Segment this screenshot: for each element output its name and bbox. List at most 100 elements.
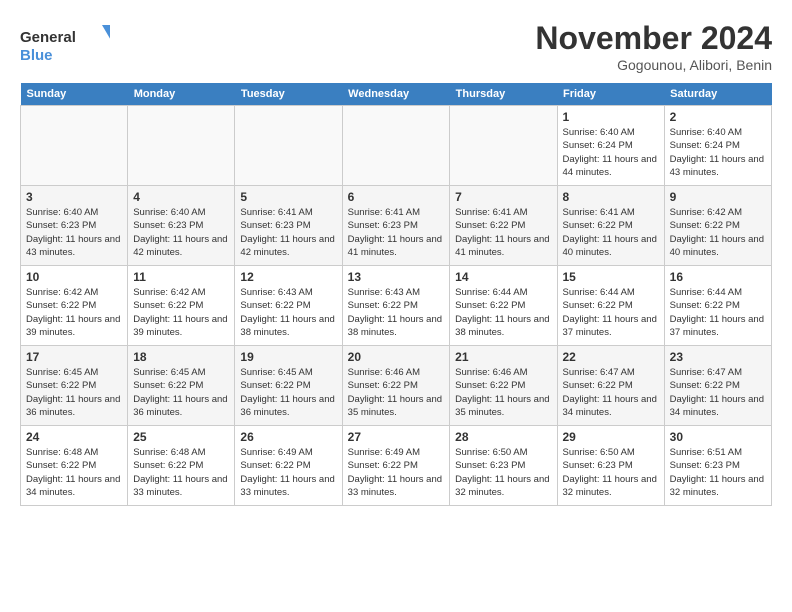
day-info: Sunrise: 6:43 AM Sunset: 6:22 PM Dayligh… [240, 286, 336, 339]
calendar-day: 16 Sunrise: 6:44 AM Sunset: 6:22 PM Dayli… [664, 266, 771, 346]
calendar-day: 27 Sunrise: 6:49 AM Sunset: 6:22 PM Dayli… [342, 426, 450, 506]
calendar-day: 15 Sunrise: 6:44 AM Sunset: 6:22 PM Dayli… [557, 266, 664, 346]
day-info: Sunrise: 6:42 AM Sunset: 6:22 PM Dayligh… [670, 206, 766, 259]
day-number: 26 [240, 430, 336, 444]
day-number: 28 [455, 430, 551, 444]
svg-text:Blue: Blue [20, 47, 53, 64]
calendar-day [21, 106, 128, 186]
calendar-day: 23Sunrise: 6:47 AM Sunset: 6:22 PM Dayli… [664, 346, 771, 426]
calendar-day: 29 Sunrise: 6:50 AM Sunset: 6:23 PM Dayli… [557, 426, 664, 506]
day-number: 17 [26, 350, 122, 364]
day-number: 15 [563, 270, 659, 284]
page-header: General Blue November 2024 Gogounou, Ali… [20, 20, 772, 73]
day-info: Sunrise: 6:45 AM Sunset: 6:22 PM Dayligh… [240, 366, 336, 419]
day-info: Sunrise: 6:40 AM Sunset: 6:24 PM Dayligh… [670, 126, 766, 179]
day-info: Sunrise: 6:49 AM Sunset: 6:22 PM Dayligh… [348, 446, 445, 499]
day-info: Sunrise: 6:44 AM Sunset: 6:22 PM Dayligh… [670, 286, 766, 339]
day-info: Sunrise: 6:49 AM Sunset: 6:22 PM Dayligh… [240, 446, 336, 499]
day-number: 27 [348, 430, 445, 444]
day-info: Sunrise: 6:40 AM Sunset: 6:23 PM Dayligh… [26, 206, 122, 259]
day-number: 11 [133, 270, 229, 284]
day-number: 29 [563, 430, 659, 444]
calendar-day: 20 Sunrise: 6:46 AM Sunset: 6:22 PM Dayli… [342, 346, 450, 426]
day-number: 16 [670, 270, 766, 284]
calendar-week-2: 10 Sunrise: 6:42 AM Sunset: 6:22 PM Dayli… [21, 266, 772, 346]
day-info: Sunrise: 6:45 AM Sunset: 6:22 PM Dayligh… [133, 366, 229, 419]
day-info: Sunrise: 6:40 AM Sunset: 6:24 PM Dayligh… [563, 126, 659, 179]
day-info: Sunrise: 6:50 AM Sunset: 6:23 PM Dayligh… [455, 446, 551, 499]
day-number: 14 [455, 270, 551, 284]
day-number: 9 [670, 190, 766, 204]
day-info: Sunrise: 6:51 AM Sunset: 6:23 PM Dayligh… [670, 446, 766, 499]
day-info: Sunrise: 6:50 AM Sunset: 6:23 PM Dayligh… [563, 446, 659, 499]
logo: General Blue [20, 20, 110, 70]
day-info: Sunrise: 6:46 AM Sunset: 6:22 PM Dayligh… [455, 366, 551, 419]
day-info: Sunrise: 6:46 AM Sunset: 6:22 PM Dayligh… [348, 366, 445, 419]
calendar-week-3: 17 Sunrise: 6:45 AM Sunset: 6:22 PM Dayli… [21, 346, 772, 426]
day-info: Sunrise: 6:45 AM Sunset: 6:22 PM Dayligh… [26, 366, 122, 419]
day-number: 20 [348, 350, 445, 364]
day-info: Sunrise: 6:48 AM Sunset: 6:22 PM Dayligh… [133, 446, 229, 499]
calendar-week-0: 1 Sunrise: 6:40 AM Sunset: 6:24 PM Daylig… [21, 106, 772, 186]
weekday-header-thursday: Thursday [450, 83, 557, 106]
calendar-day: 14 Sunrise: 6:44 AM Sunset: 6:22 PM Dayli… [450, 266, 557, 346]
day-info: Sunrise: 6:41 AM Sunset: 6:22 PM Dayligh… [563, 206, 659, 259]
calendar-day [235, 106, 342, 186]
calendar-day: 11 Sunrise: 6:42 AM Sunset: 6:22 PM Dayli… [128, 266, 235, 346]
calendar-day: 1 Sunrise: 6:40 AM Sunset: 6:24 PM Daylig… [557, 106, 664, 186]
day-info: Sunrise: 6:47 AM Sunset: 6:22 PM Dayligh… [670, 366, 766, 419]
calendar-day: 7Sunrise: 6:41 AM Sunset: 6:22 PM Daylig… [450, 186, 557, 266]
calendar-day: 5Sunrise: 6:41 AM Sunset: 6:23 PM Daylig… [235, 186, 342, 266]
calendar-day: 28 Sunrise: 6:50 AM Sunset: 6:23 PM Dayli… [450, 426, 557, 506]
day-number: 7 [455, 190, 551, 204]
weekday-header-saturday: Saturday [664, 83, 771, 106]
day-number: 30 [670, 430, 766, 444]
day-number: 1 [563, 110, 659, 124]
calendar-day: 3 Sunrise: 6:40 AM Sunset: 6:23 PM Daylig… [21, 186, 128, 266]
weekday-header-sunday: Sunday [21, 83, 128, 106]
day-number: 5 [240, 190, 336, 204]
day-number: 10 [26, 270, 122, 284]
calendar-day: 12Sunrise: 6:43 AM Sunset: 6:22 PM Dayli… [235, 266, 342, 346]
calendar-day: 6 Sunrise: 6:41 AM Sunset: 6:23 PM Daylig… [342, 186, 450, 266]
day-number: 8 [563, 190, 659, 204]
day-number: 6 [348, 190, 445, 204]
calendar-day [450, 106, 557, 186]
calendar-week-4: 24 Sunrise: 6:48 AM Sunset: 6:22 PM Dayli… [21, 426, 772, 506]
calendar-day: 8 Sunrise: 6:41 AM Sunset: 6:22 PM Daylig… [557, 186, 664, 266]
day-info: Sunrise: 6:42 AM Sunset: 6:22 PM Dayligh… [133, 286, 229, 339]
calendar-day: 26 Sunrise: 6:49 AM Sunset: 6:22 PM Dayli… [235, 426, 342, 506]
svg-text:General: General [20, 29, 76, 46]
day-number: 2 [670, 110, 766, 124]
day-info: Sunrise: 6:41 AM Sunset: 6:23 PM Dayligh… [348, 206, 445, 259]
day-info: Sunrise: 6:44 AM Sunset: 6:22 PM Dayligh… [563, 286, 659, 339]
weekday-header-monday: Monday [128, 83, 235, 106]
day-number: 21 [455, 350, 551, 364]
day-info: Sunrise: 6:43 AM Sunset: 6:22 PM Dayligh… [348, 286, 445, 339]
weekday-header-friday: Friday [557, 83, 664, 106]
day-info: Sunrise: 6:48 AM Sunset: 6:22 PM Dayligh… [26, 446, 122, 499]
calendar-day: 21 Sunrise: 6:46 AM Sunset: 6:22 PM Dayli… [450, 346, 557, 426]
calendar-day: 18 Sunrise: 6:45 AM Sunset: 6:22 PM Dayli… [128, 346, 235, 426]
day-number: 18 [133, 350, 229, 364]
day-number: 19 [240, 350, 336, 364]
location-subtitle: Gogounou, Alibori, Benin [535, 57, 772, 73]
calendar-day [128, 106, 235, 186]
day-number: 13 [348, 270, 445, 284]
calendar-day: 2 Sunrise: 6:40 AM Sunset: 6:24 PM Daylig… [664, 106, 771, 186]
day-number: 4 [133, 190, 229, 204]
calendar-day: 30 Sunrise: 6:51 AM Sunset: 6:23 PM Dayli… [664, 426, 771, 506]
calendar-day: 17 Sunrise: 6:45 AM Sunset: 6:22 PM Dayli… [21, 346, 128, 426]
calendar-day [342, 106, 450, 186]
day-number: 3 [26, 190, 122, 204]
day-info: Sunrise: 6:44 AM Sunset: 6:22 PM Dayligh… [455, 286, 551, 339]
calendar-table: SundayMondayTuesdayWednesdayThursdayFrid… [20, 83, 772, 506]
calendar-day: 9 Sunrise: 6:42 AM Sunset: 6:22 PM Daylig… [664, 186, 771, 266]
weekday-header-tuesday: Tuesday [235, 83, 342, 106]
calendar-day: 10Sunrise: 6:42 AM Sunset: 6:22 PM Dayli… [21, 266, 128, 346]
day-number: 24 [26, 430, 122, 444]
calendar-day: 22Sunrise: 6:47 AM Sunset: 6:22 PM Dayli… [557, 346, 664, 426]
calendar-day: 24 Sunrise: 6:48 AM Sunset: 6:22 PM Dayli… [21, 426, 128, 506]
weekday-header-wednesday: Wednesday [342, 83, 450, 106]
calendar-day: 25Sunrise: 6:48 AM Sunset: 6:22 PM Dayli… [128, 426, 235, 506]
